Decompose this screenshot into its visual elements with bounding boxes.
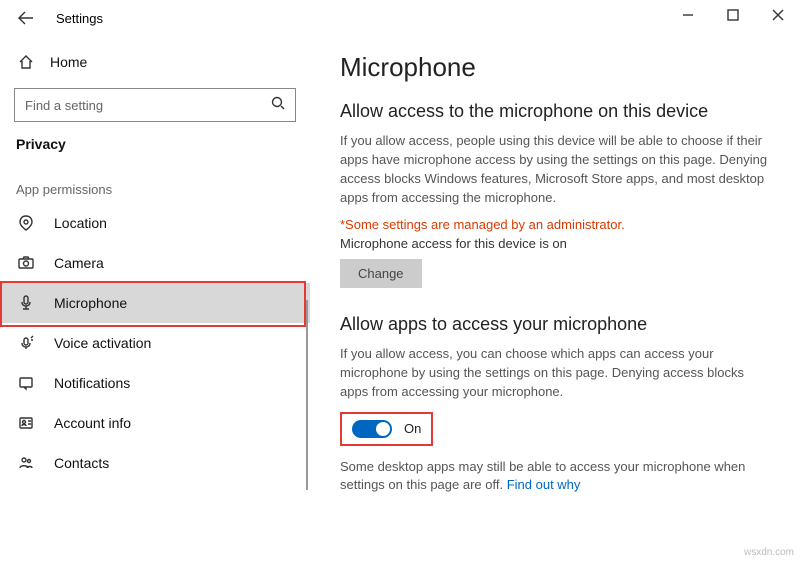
location-icon xyxy=(16,215,36,231)
window-title: Settings xyxy=(56,11,103,26)
sidebar-item-contacts[interactable]: Contacts xyxy=(0,443,310,483)
minimize-button[interactable] xyxy=(665,0,710,30)
category-label: Privacy xyxy=(16,136,294,152)
section2-desc: If you allow access, you can choose whic… xyxy=(340,345,770,402)
account-icon xyxy=(16,415,36,431)
sidebar-item-label: Microphone xyxy=(54,295,127,311)
toggle-knob xyxy=(376,422,390,436)
sidebar-item-label: Location xyxy=(54,215,107,231)
home-icon xyxy=(16,54,36,70)
contacts-icon xyxy=(16,455,36,471)
home-nav[interactable]: Home xyxy=(0,46,310,78)
notifications-icon xyxy=(16,375,36,391)
sidebar-item-label: Account info xyxy=(54,415,131,431)
sidebar-item-voice-activation[interactable]: Voice activation xyxy=(0,323,310,363)
sidebar-item-location[interactable]: Location xyxy=(0,203,310,243)
apps-access-toggle[interactable] xyxy=(352,420,392,438)
search-placeholder: Find a setting xyxy=(25,98,103,113)
section2-heading: Allow apps to access your microphone xyxy=(340,314,780,335)
section1-heading: Allow access to the microphone on this d… xyxy=(340,101,780,122)
admin-note: *Some settings are managed by an adminis… xyxy=(340,217,780,232)
section-label: App permissions xyxy=(16,182,294,197)
main-content: Microphone Allow access to the microphon… xyxy=(310,36,800,562)
change-button[interactable]: Change xyxy=(340,259,422,288)
search-icon xyxy=(271,96,285,115)
window-controls xyxy=(665,0,800,30)
toggle-state-label: On xyxy=(404,421,421,436)
sidebar-item-label: Notifications xyxy=(54,375,130,391)
sidebar-item-account-info[interactable]: Account info xyxy=(0,403,310,443)
back-button[interactable] xyxy=(10,2,42,34)
close-button[interactable] xyxy=(755,0,800,30)
search-input[interactable]: Find a setting xyxy=(14,88,296,122)
highlight-box xyxy=(0,281,306,327)
page-title: Microphone xyxy=(340,52,780,83)
microphone-icon xyxy=(16,295,36,311)
maximize-button[interactable] xyxy=(710,0,755,30)
sidebar-item-microphone[interactable]: Microphone xyxy=(0,283,310,323)
camera-icon xyxy=(16,255,36,271)
toggle-highlight: On xyxy=(340,412,433,446)
sidebar-item-label: Contacts xyxy=(54,455,109,471)
sidebar-item-notifications[interactable]: Notifications xyxy=(0,363,310,403)
home-label: Home xyxy=(50,54,87,70)
sidebar-item-label: Voice activation xyxy=(54,335,151,351)
access-status: Microphone access for this device is on xyxy=(340,236,780,251)
sidebar: Home Find a setting Privacy App permissi… xyxy=(0,36,310,562)
footer-note: Some desktop apps may still be able to a… xyxy=(340,458,770,494)
find-out-why-link[interactable]: Find out why xyxy=(507,477,581,492)
voice-icon xyxy=(16,335,36,351)
scrollbar[interactable] xyxy=(306,300,308,490)
watermark: wsxdn.com xyxy=(744,547,794,558)
sidebar-item-label: Camera xyxy=(54,255,104,271)
sidebar-item-camera[interactable]: Camera xyxy=(0,243,310,283)
section1-desc: If you allow access, people using this d… xyxy=(340,132,770,207)
